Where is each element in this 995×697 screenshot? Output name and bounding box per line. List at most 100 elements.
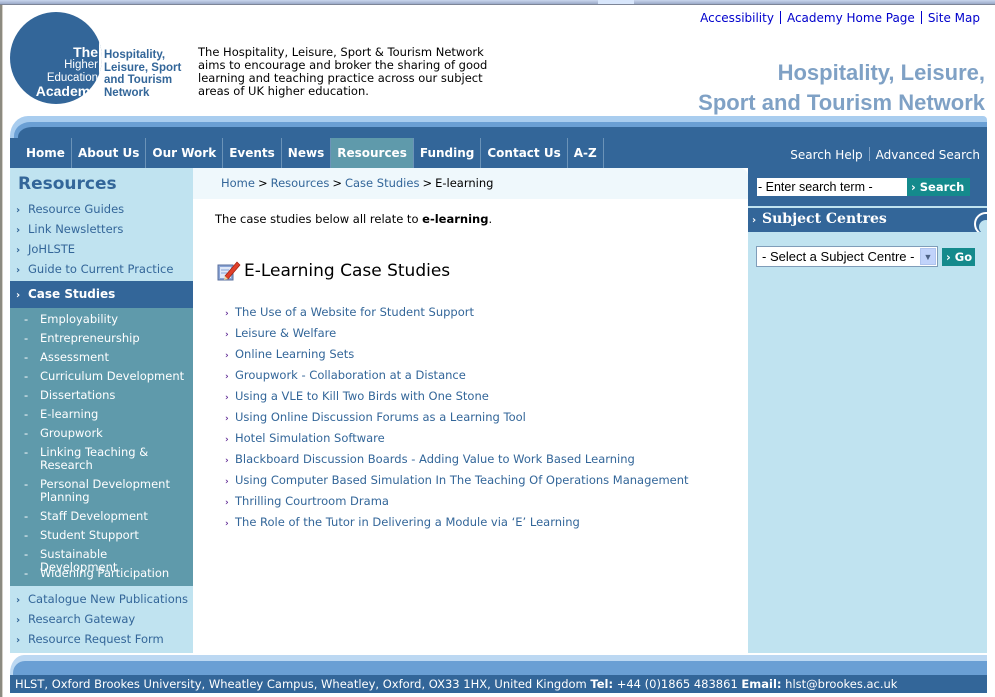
advanced-search-link[interactable]: Advanced Search (876, 148, 980, 162)
case-study-link[interactable]: Online Learning Sets (235, 347, 354, 361)
search-help-link[interactable]: Search Help (790, 148, 862, 162)
chevron-right-icon: › (225, 456, 229, 466)
sidebar-item-catalogue-new-publications[interactable]: › Catalogue New Publications (16, 592, 188, 606)
edit-document-icon (217, 261, 241, 281)
subject-centres-header: › Subject Centres (748, 208, 987, 232)
case-study-link[interactable]: Using a VLE to Kill Two Birds with One S… (235, 389, 489, 403)
submenu-item-dissertations[interactable]: - Dissertations (24, 389, 193, 402)
chevron-right-icon: › (225, 372, 229, 382)
search-input[interactable] (757, 178, 907, 196)
search-button[interactable]: › Search (907, 178, 970, 196)
divider (779, 11, 781, 24)
nav-events[interactable]: Events (223, 138, 282, 168)
chevron-right-icon: › (225, 498, 229, 508)
hea-logo[interactable]: The Higher Education Academy Hospitality… (10, 12, 190, 104)
chevron-down-icon[interactable]: ▼ (920, 248, 936, 265)
divider (868, 147, 870, 161)
nav-home[interactable]: Home (10, 138, 72, 168)
nav-our-work[interactable]: Our Work (146, 138, 224, 168)
chevron-right-icon: › (16, 595, 21, 606)
logo-academy-text: The Higher Education Academy (35, 44, 98, 99)
list-item: › Blackboard Discussion Boards - Adding V… (225, 452, 689, 473)
submenu-item-student-support[interactable]: - Student Stupport (24, 529, 193, 542)
lead-text: The case studies below all relate to e-l… (215, 212, 493, 226)
sidebar-item-johlste[interactable]: › JoHLSTE (16, 242, 75, 256)
intro-text: The Hospitality, Leisure, Sport & Touris… (198, 45, 488, 98)
sidebar-item-resource-request-form[interactable]: › Resource Request Form (16, 632, 164, 646)
list-item: › Thrilling Courtroom Drama (225, 494, 689, 515)
case-study-link[interactable]: The Use of a Website for Student Support (235, 305, 474, 319)
sidebar-item-case-studies[interactable]: › Case Studies (10, 281, 193, 308)
submenu-item-staff-development[interactable]: - Staff Development (24, 510, 193, 523)
sidebar-item-research-gateway[interactable]: › Research Gateway (16, 612, 135, 626)
logo-network-text: Hospitality, Leisure, Sport and Tourism … (104, 49, 182, 99)
submenu-item-e-learning[interactable]: - E-learning (24, 408, 193, 421)
footer: HLST, Oxford Brookes University, Wheatle… (10, 675, 987, 693)
page-heading: E-Learning Case Studies (217, 260, 450, 282)
sidebar-item-guide-current-practice[interactable]: › Guide to Current Practice (16, 262, 173, 276)
collapse-toggle-icon[interactable] (962, 208, 987, 232)
breadcrumb-resources[interactable]: Resources (271, 176, 330, 190)
chevron-right-icon: › (752, 215, 757, 226)
submenu-item-curriculum-development[interactable]: - Curriculum Development (24, 370, 193, 383)
case-study-link[interactable]: Groupwork - Collaboration at a Distance (235, 368, 466, 382)
chevron-right-icon: › (16, 225, 21, 236)
nav-funding[interactable]: Funding (414, 138, 482, 168)
chevron-right-icon: › (225, 435, 229, 445)
utility-links: Accessibility Academy Home Page Site Map (700, 11, 980, 25)
chevron-right-icon: › (225, 330, 229, 340)
accessibility-link[interactable]: Accessibility (700, 11, 774, 25)
footer-email-link[interactable]: hlst@brookes.ac.uk (785, 677, 897, 691)
case-study-list: › The Use of a Website for Student Suppor… (225, 305, 689, 536)
case-study-link[interactable]: Using Computer Based Simulation In The T… (235, 473, 689, 487)
submenu-item-linking-teaching-research[interactable]: - Linking Teaching & Research (24, 446, 193, 472)
chevron-right-icon: › (225, 519, 229, 529)
right-column (748, 168, 987, 653)
case-study-link[interactable]: Hotel Simulation Software (235, 431, 385, 445)
submenu-item-widening-participation[interactable]: - Widening Participation (24, 567, 193, 580)
case-study-link[interactable]: The Role of the Tutor in Delivering a Mo… (235, 515, 580, 529)
nav-contact-us[interactable]: Contact Us (481, 138, 568, 168)
submenu-item-assessment[interactable]: - Assessment (24, 351, 193, 364)
submenu-item-entrepreneurship[interactable]: - Entrepreneurship (24, 332, 193, 345)
subject-centre-select[interactable]: - Select a Subject Centre - ▼ (756, 246, 938, 267)
chevron-right-icon: › (16, 290, 21, 301)
main-nav: Home About Us Our Work Events News Resou… (10, 138, 604, 168)
nav-news[interactable]: News (282, 138, 332, 168)
site-map-link[interactable]: Site Map (928, 11, 980, 25)
sidebar-item-link-newsletters[interactable]: › Link Newsletters (16, 222, 123, 236)
chevron-right-icon: › (225, 414, 229, 424)
list-item: › Leisure & Welfare (225, 326, 689, 347)
case-study-link[interactable]: Leisure & Welfare (235, 326, 336, 340)
footer-swoosh (10, 655, 987, 675)
list-item: › Using Computer Based Simulation In The … (225, 473, 689, 494)
go-button[interactable]: › Go (942, 248, 975, 266)
sidebar-item-resource-guides[interactable]: › Resource Guides (16, 202, 124, 216)
divider (920, 11, 922, 24)
chevron-right-icon: › (16, 245, 21, 256)
submenu-item-personal-development-planning[interactable]: - Personal Development Planning (24, 478, 193, 504)
case-study-link[interactable]: Using Online Discussion Forums as a Lear… (235, 410, 526, 424)
nav-a-z[interactable]: A-Z (568, 138, 604, 168)
breadcrumb-case-studies[interactable]: Case Studies (345, 176, 419, 190)
case-study-link[interactable]: Thrilling Courtroom Drama (235, 494, 389, 508)
case-study-link[interactable]: Blackboard Discussion Boards - Adding Va… (235, 452, 635, 466)
nav-resources[interactable]: Resources (331, 138, 414, 168)
chevron-right-icon: › (16, 635, 21, 646)
browser-frame-left (0, 5, 3, 697)
browser-tab-highlight (598, 0, 634, 4)
chevron-right-icon: › (225, 393, 229, 403)
breadcrumb-home[interactable]: Home (221, 176, 255, 190)
chevron-right-icon: › (225, 477, 229, 487)
list-item: › Hotel Simulation Software (225, 431, 689, 452)
chevron-right-icon: › (16, 615, 21, 626)
list-item: › Online Learning Sets (225, 347, 689, 368)
submenu-item-groupwork[interactable]: - Groupwork (24, 427, 193, 440)
sidebar: Resources › Resource Guides › Link Newslet… (10, 168, 193, 653)
list-item: › The Use of a Website for Student Suppor… (225, 305, 689, 326)
submenu-item-employability[interactable]: - Employability (24, 313, 193, 326)
nav-about-us[interactable]: About Us (72, 138, 147, 168)
case-studies-submenu: - Employability - Entrepreneurship - Assess… (10, 308, 193, 586)
academy-home-link[interactable]: Academy Home Page (787, 11, 915, 25)
list-item: › Using Online Discussion Forums as a Lea… (225, 410, 689, 431)
